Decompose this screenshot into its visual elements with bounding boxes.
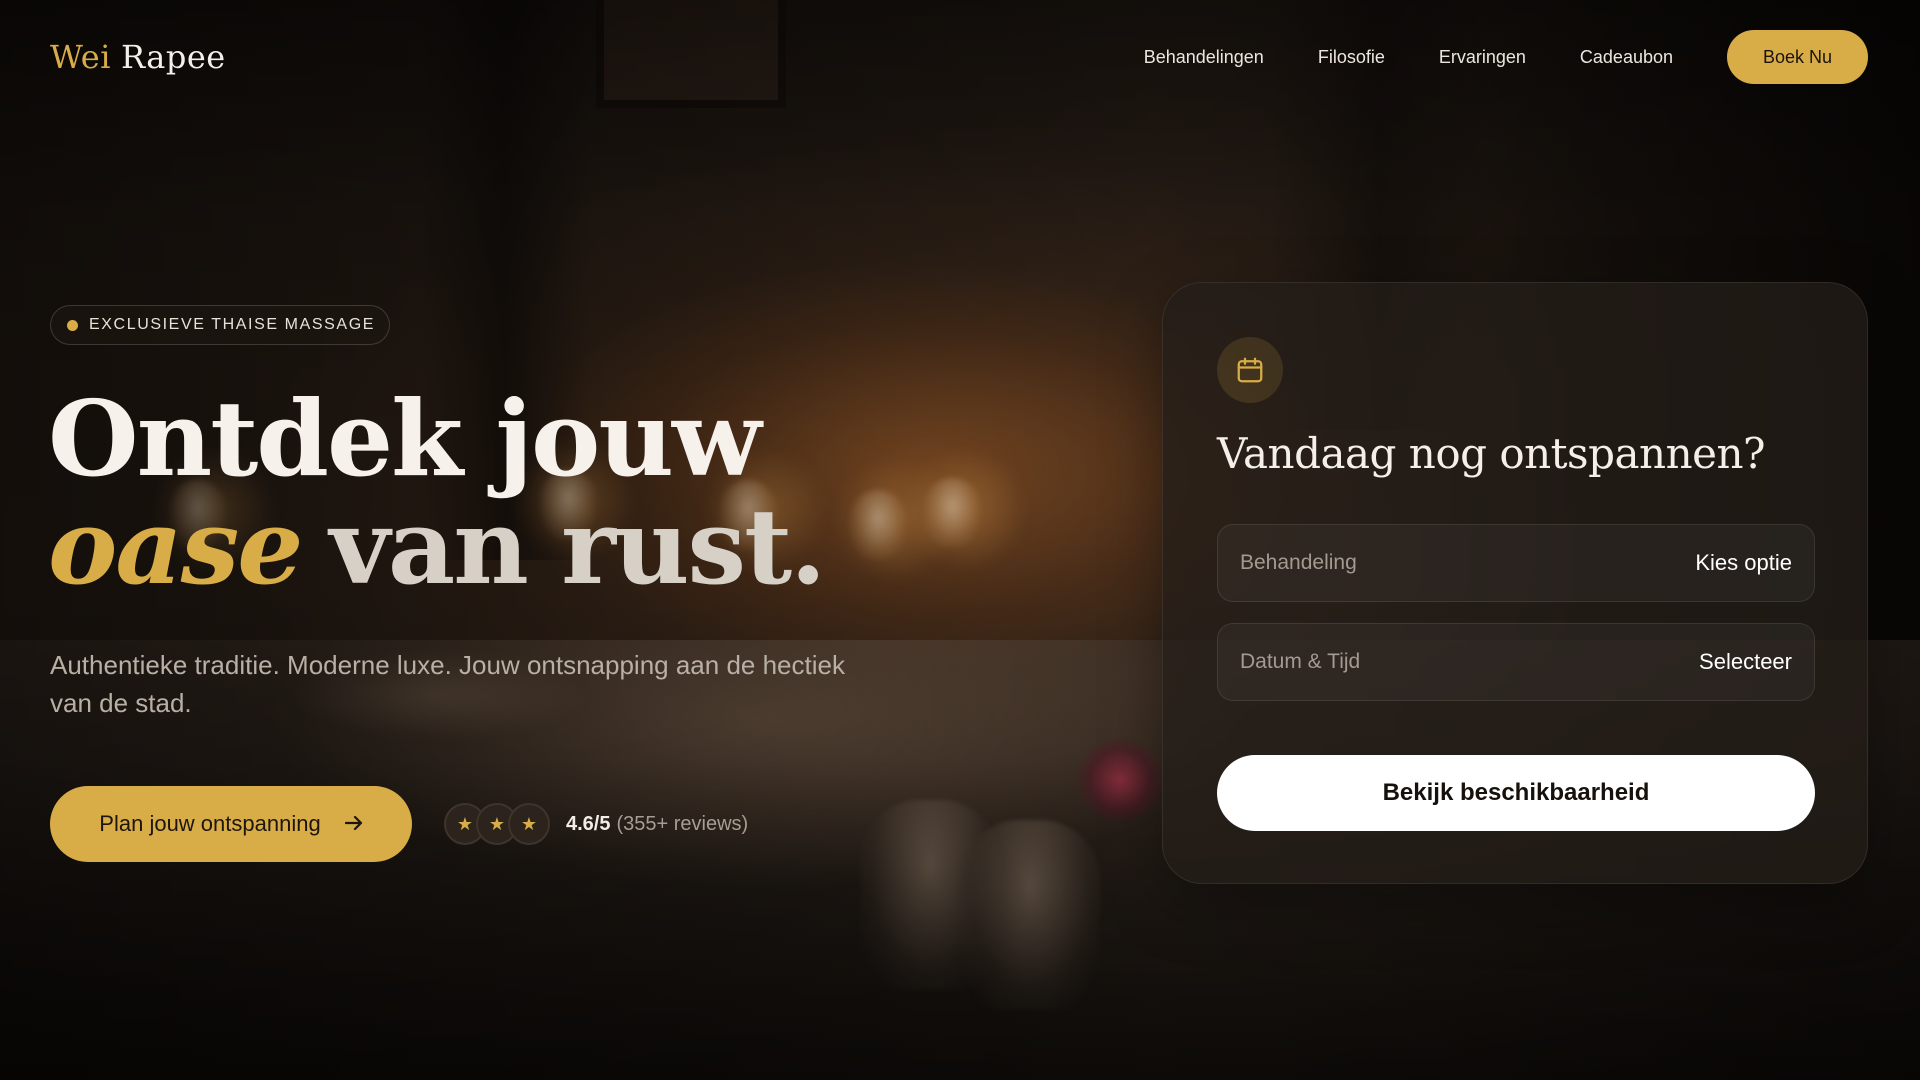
datetime-label: Datum & Tijd — [1240, 650, 1361, 673]
treatment-select[interactable]: Behandeling Kies optie — [1217, 524, 1815, 602]
cta-label: Plan jouw ontspanning — [99, 811, 321, 836]
book-now-button[interactable]: Boek Nu — [1727, 30, 1868, 84]
site-header: Wei Rapee Behandelingen Filosofie Ervarin… — [50, 28, 1868, 86]
star-icon: ★ — [508, 803, 550, 845]
nav-item-filosofie[interactable]: Filosofie — [1318, 47, 1385, 68]
brand-logo-part1: Wei — [50, 38, 111, 76]
arrow-right-icon — [344, 811, 363, 837]
headline-line2: oase van rust. — [48, 493, 848, 601]
treatment-label: Behandeling — [1240, 551, 1357, 574]
nav-item-ervaringen[interactable]: Ervaringen — [1439, 47, 1526, 68]
check-availability-button[interactable]: Bekijk beschikbaarheid — [1217, 755, 1815, 831]
rating-score: 4.6/5 — [566, 812, 611, 835]
hero-badge: EXCLUSIEVE THAISE MASSAGE — [50, 305, 390, 345]
datetime-select[interactable]: Datum & Tijd Selecteer — [1217, 623, 1815, 701]
rating-summary: ★ ★ ★ 4.6/5 (355+ reviews) — [444, 800, 748, 848]
main-nav: Behandelingen Filosofie Ervaringen Cadea… — [1144, 30, 1868, 84]
brand-logo[interactable]: Wei Rapee — [50, 38, 226, 76]
brand-logo-part2: Rapee — [120, 38, 226, 76]
headline-line1: Ontdek jouw — [48, 377, 762, 500]
hero-subtext: Authentieke traditie. Moderne luxe. Jouw… — [50, 650, 845, 718]
badge-text: EXCLUSIEVE THAISE MASSAGE — [89, 316, 376, 333]
headline-rest: van rust. — [329, 485, 826, 608]
datetime-value: Selecteer — [1699, 649, 1792, 674]
nav-item-behandelingen[interactable]: Behandelingen — [1144, 47, 1264, 68]
scroll-indicator[interactable] — [936, 1050, 984, 1059]
calendar-icon — [1217, 337, 1283, 403]
hero-headline: Ontdek jouw oase van rust. — [48, 385, 848, 601]
plan-relaxation-button[interactable]: Plan jouw ontspanning — [50, 786, 412, 862]
badge-dot — [67, 319, 78, 331]
nav-item-cadeaubon[interactable]: Cadeaubon — [1580, 47, 1673, 68]
treatment-value: Kies optie — [1695, 550, 1792, 575]
booking-title: Vandaag nog ontspannen? — [1217, 429, 1766, 478]
rating-stars: ★ ★ ★ — [444, 803, 550, 845]
rating-count: (355+ reviews) — [616, 812, 749, 835]
headline-italic-word: oase — [48, 485, 303, 608]
booking-card: Vandaag nog ontspannen? Behandeling Kies… — [1162, 282, 1868, 884]
